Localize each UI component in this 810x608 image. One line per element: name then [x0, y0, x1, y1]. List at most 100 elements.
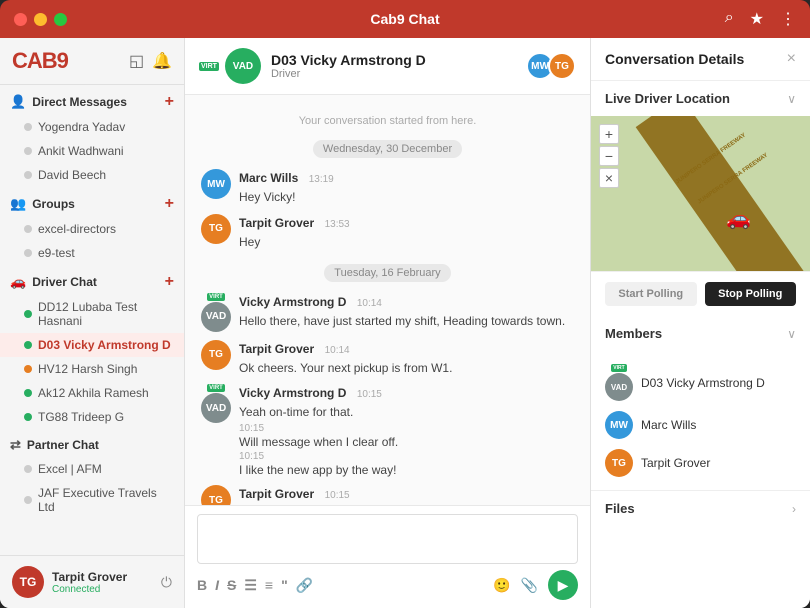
logo: CAB9	[12, 48, 68, 74]
msg-sender: Vicky Armstrong D	[239, 386, 346, 400]
online-dot	[24, 310, 32, 318]
msg-text: Yeah on-time for that.	[239, 404, 398, 421]
menu-icon[interactable]: ⋮	[780, 9, 796, 29]
msg-time: 13:53	[325, 219, 350, 230]
emoji-button[interactable]: 🙂	[493, 577, 510, 594]
window-title: Cab9 Chat	[370, 11, 439, 27]
message-input[interactable]	[197, 514, 578, 564]
member-avatar-tarpit: TG	[605, 449, 633, 477]
add-group-button[interactable]: +	[165, 195, 174, 213]
sidebar-item-david[interactable]: David Beech	[0, 163, 184, 187]
sidebar-item-ak12[interactable]: Ak12 Akhila Ramesh	[0, 381, 184, 405]
person-icon: 👤	[10, 94, 26, 110]
marc-avatar: MW	[201, 169, 231, 199]
link-button[interactable]: 🔗	[296, 577, 313, 594]
stop-polling-button[interactable]: Stop Polling	[705, 282, 797, 306]
bold-button[interactable]: B	[197, 577, 207, 594]
participant-avatar-2: TG	[548, 52, 576, 80]
sidebar-logo-area: CAB9 ◱ 🔔	[0, 38, 184, 85]
zoom-out-button[interactable]: −	[599, 146, 619, 166]
dm-section-label: Direct Messages	[32, 95, 127, 109]
driver-tag-badge: VIRT	[199, 62, 219, 71]
driver-badge: VIRT	[611, 364, 626, 372]
msg-text: Ok cheers. Your next pickup is from W1.	[239, 360, 452, 377]
compose-icon[interactable]: ◱	[129, 51, 144, 71]
input-toolbar: B I S ☰ ≡ " 🔗 🙂 📎 ▶	[185, 564, 590, 608]
user-status: Connected	[52, 584, 127, 595]
ordered-list-button[interactable]: ≡	[265, 577, 273, 594]
attachment-button[interactable]: 📎	[521, 577, 538, 594]
live-driver-header[interactable]: Live Driver Location ∨	[591, 81, 810, 116]
sidebar-item-d03[interactable]: D03 Vicky Armstrong D	[0, 333, 184, 357]
start-polling-button[interactable]: Start Polling	[605, 282, 697, 306]
message-tarpit-1: TG Tarpit Grover 13:53 Hey	[201, 214, 574, 251]
msg-sender: Tarpit Grover	[239, 216, 314, 230]
sidebar-item-yogendra[interactable]: Yogendra Yadav	[0, 115, 184, 139]
quote-button[interactable]: "	[281, 577, 288, 594]
message-vicky-2: VIRT VAD Vicky Armstrong D 10:15 Yeah on…	[201, 384, 574, 477]
date-divider-2: Tuesday, 16 February	[201, 263, 574, 281]
msg-time: 10:14	[357, 298, 382, 309]
sidebar-scroll: 👤 Direct Messages + Yogendra Yadav Ankit…	[0, 85, 184, 555]
bookmark-icon[interactable]: ★	[750, 9, 764, 29]
add-dm-button[interactable]: +	[165, 93, 174, 111]
vicky-avatar-2: VAD	[201, 393, 231, 423]
panel-header: Conversation Details ×	[591, 38, 810, 81]
sidebar-item-e9-test[interactable]: e9-test	[0, 241, 184, 265]
sidebar-item-excel-afm[interactable]: Excel | AFM	[0, 457, 184, 481]
sidebar-item-hv12[interactable]: HV12 Harsh Singh	[0, 357, 184, 381]
sidebar-item-jaf[interactable]: JAF Executive Travels Ltd	[0, 481, 184, 519]
tarpit-avatar: TG	[201, 340, 231, 370]
members-header[interactable]: Members ∨	[591, 316, 810, 351]
strikethrough-button[interactable]: S	[227, 577, 236, 594]
section-driver-chat[interactable]: 🚗 Driver Chat +	[0, 265, 184, 295]
members-chevron-icon: ∨	[787, 327, 796, 341]
send-tools: 🙂 📎 ▶	[493, 570, 578, 600]
search-icon[interactable]: ⌕	[725, 9, 734, 29]
driver-tag-small: VIRT	[207, 293, 225, 301]
vicky-avatar: VAD	[201, 302, 231, 332]
send-button[interactable]: ▶	[548, 570, 578, 600]
files-title: Files	[605, 501, 635, 516]
message-tarpit-2: TG Tarpit Grover 10:14 Ok cheers. Your n…	[201, 340, 574, 377]
chat-header-info: D03 Vicky Armstrong D Driver	[271, 52, 426, 80]
files-header[interactable]: Files ›	[591, 491, 810, 526]
maximize-dot[interactable]	[54, 13, 67, 26]
list-button[interactable]: ☰	[244, 577, 257, 594]
zoom-reset-button[interactable]: ×	[599, 168, 619, 188]
group-dot	[24, 225, 32, 233]
user-name: Tarpit Grover	[52, 570, 127, 584]
user-avatar: TG	[12, 566, 44, 598]
close-panel-button[interactable]: ×	[787, 50, 796, 68]
sub-text-1: Will message when I clear off.	[239, 435, 398, 449]
live-driver-section: Live Driver Location ∨ JUNIPERO SERRA FR…	[591, 81, 810, 272]
zoom-in-button[interactable]: +	[599, 124, 619, 144]
section-partner-chat[interactable]: ⇄ Partner Chat	[0, 429, 184, 457]
bell-icon[interactable]: 🔔	[152, 51, 172, 71]
sidebar-item-dd12[interactable]: DD12 Lubaba Test Hasnani	[0, 295, 184, 333]
close-dot[interactable]	[14, 13, 27, 26]
status-dot	[24, 365, 32, 373]
italic-button[interactable]: I	[215, 577, 219, 594]
sidebar-item-ankit[interactable]: Ankit Wadhwani	[0, 139, 184, 163]
sidebar-item-excel-directors[interactable]: excel-directors	[0, 217, 184, 241]
member-name-marc: Marc Wills	[641, 418, 696, 432]
msg-sender: Tarpit Grover	[239, 342, 314, 356]
power-icon[interactable]: ⏻	[161, 574, 172, 591]
status-dot	[24, 465, 32, 473]
chat-participants: MW TG	[532, 52, 576, 80]
member-item-tarpit: TG Tarpit Grover	[605, 444, 796, 482]
sidebar-item-tg88[interactable]: TG88 Trideep G	[0, 405, 184, 429]
live-driver-title: Live Driver Location	[605, 91, 730, 106]
section-groups[interactable]: 👥 Groups +	[0, 187, 184, 217]
chat-header: VIRT VAD D03 Vicky Armstrong D Driver MW	[185, 38, 590, 95]
section-direct-messages[interactable]: 👤 Direct Messages +	[0, 85, 184, 115]
minimize-dot[interactable]	[34, 13, 47, 26]
active-dot	[24, 341, 32, 349]
user-info: Tarpit Grover Connected	[52, 570, 127, 595]
msg-time: 10:14	[325, 345, 350, 356]
driver-tag-small: VIRT	[207, 384, 225, 392]
chat-input-area: B I S ☰ ≡ " 🔗 🙂 📎 ▶	[185, 505, 590, 608]
titlebar-actions: ⌕ ★ ⋮	[725, 9, 796, 29]
add-driver-chat-button[interactable]: +	[165, 273, 174, 291]
